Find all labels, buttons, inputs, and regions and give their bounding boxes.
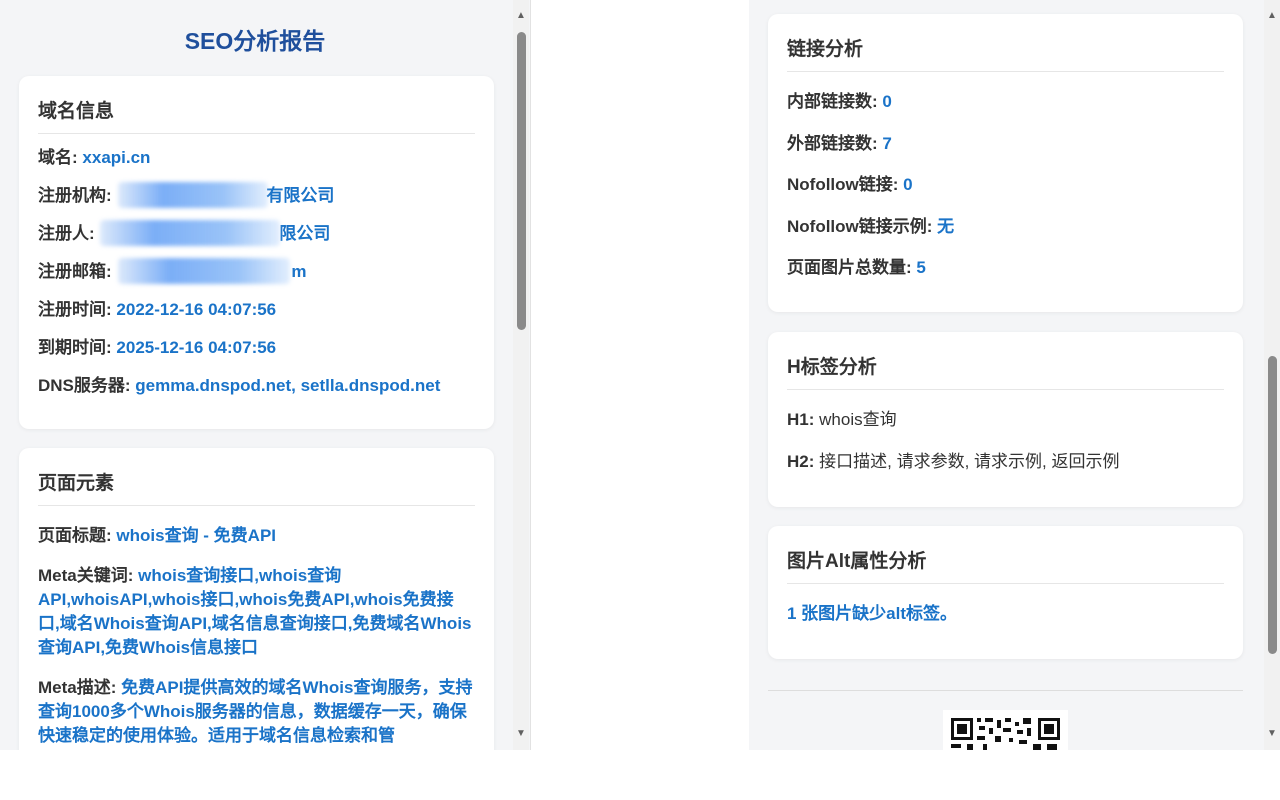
- scroll-down-arrow[interactable]: ▼: [515, 728, 527, 739]
- alt-message: 1 张图片缺少alt标签。: [787, 604, 958, 623]
- reg-time-value: 2022-12-16 04:07:56: [116, 300, 277, 319]
- scroll-up-arrow[interactable]: ▲: [515, 10, 527, 21]
- nofollow-links-row: Nofollow链接: 0: [787, 173, 1224, 197]
- nofollow-example-row: Nofollow链接示例: 无: [787, 215, 1224, 239]
- external-links-value: 7: [882, 134, 892, 153]
- h2-label: H2:: [787, 452, 815, 471]
- email-redaction: [118, 258, 290, 284]
- domain-info-heading: 域名信息: [38, 76, 475, 134]
- scroll-down-arrow[interactable]: ▼: [1266, 728, 1278, 739]
- external-links-row: 外部链接数: 7: [787, 132, 1224, 156]
- internal-links-label: 内部链接数:: [787, 92, 878, 111]
- meta-keywords-row: Meta关键词: whois查询接口,whois查询API,whoisAPI,w…: [38, 564, 475, 660]
- exp-time-value: 2025-12-16 04:07:56: [116, 338, 277, 357]
- internal-links-row: 内部链接数: 0: [787, 90, 1224, 114]
- registrant-label: 注册人:: [38, 224, 95, 243]
- image-count-label: 页面图片总数量:: [787, 258, 912, 277]
- left-scrollbar[interactable]: ▲ ▼: [513, 0, 529, 750]
- internal-links-value: 0: [882, 92, 892, 111]
- footer-divider: [768, 690, 1243, 691]
- reg-time-label: 注册时间:: [38, 300, 112, 319]
- meta-desc-row: Meta描述: 免费API提供高效的域名Whois查询服务，支持查询1000多个…: [38, 676, 475, 748]
- email-value: m: [291, 262, 307, 281]
- registrant-value: 限公司: [279, 224, 331, 243]
- exp-time-row: 到期时间: 2025-12-16 04:07:56: [38, 336, 276, 360]
- meta-desc-label: Meta描述:: [38, 678, 117, 697]
- h1-row: H1: whois查询: [787, 408, 1224, 432]
- external-links-label: 外部链接数:: [787, 134, 878, 153]
- alt-analysis-heading: 图片Alt属性分析: [787, 526, 1224, 584]
- report-title: SEO分析报告: [184, 28, 326, 54]
- domain-row: 域名: xxapi.cn: [38, 146, 150, 170]
- qr-code-graphic: [943, 710, 1068, 750]
- nofollow-links-label: Nofollow链接:: [787, 175, 899, 194]
- h2-row: H2: 接口描述, 请求参数, 请求示例, 返回示例: [787, 450, 1224, 474]
- left-report-panel: SEO分析报告 域名信息 域名: xxapi.cn 注册机构: 有限公司 注册人…: [0, 0, 531, 750]
- h-tag-analysis-card: H标签分析 H1: whois查询 H2: 接口描述, 请求参数, 请求示例, …: [768, 332, 1243, 507]
- right-report-panel: 链接分析 内部链接数: 0 外部链接数: 7 Nofollow链接: 0 Nof…: [749, 0, 1280, 750]
- scroll-up-arrow[interactable]: ▲: [1266, 10, 1278, 21]
- dns-row: DNS服务器: gemma.dnspod.net, setlla.dnspod.…: [38, 374, 440, 398]
- right-scrollbar[interactable]: ▲ ▼: [1264, 0, 1280, 750]
- h1-label: H1:: [787, 410, 815, 429]
- domain-label: 域名:: [38, 148, 78, 167]
- h1-value: whois查询: [819, 410, 897, 429]
- nofollow-example-value: 无: [937, 217, 955, 236]
- exp-time-label: 到期时间:: [38, 338, 112, 357]
- dns-value: gemma.dnspod.net, setlla.dnspod.net: [135, 376, 441, 395]
- nofollow-example-label: Nofollow链接示例:: [787, 217, 933, 236]
- page-elements-card: 页面元素 页面标题: whois查询 - 免费API Meta关键词: whoi…: [19, 448, 494, 750]
- image-count-row: 页面图片总数量: 5: [787, 256, 1224, 280]
- scroll-thumb[interactable]: [517, 32, 526, 330]
- meta-keywords-label: Meta关键词:: [38, 566, 134, 585]
- alt-analysis-card: 图片Alt属性分析 1 张图片缺少alt标签。: [768, 526, 1243, 659]
- registrant-redaction: [100, 220, 280, 246]
- h-tag-heading: H标签分析: [787, 332, 1224, 390]
- registrar-redaction: [118, 182, 268, 208]
- nofollow-links-value: 0: [903, 175, 913, 194]
- alt-message-row: 1 张图片缺少alt标签。: [787, 602, 1224, 626]
- link-analysis-card: 链接分析 内部链接数: 0 外部链接数: 7 Nofollow链接: 0 Nof…: [768, 14, 1243, 312]
- link-analysis-heading: 链接分析: [787, 14, 1224, 72]
- domain-value: xxapi.cn: [82, 148, 151, 167]
- qr-code-image: [943, 710, 1068, 750]
- dns-label: DNS服务器:: [38, 376, 131, 395]
- page-title-label: 页面标题:: [38, 526, 112, 545]
- h2-value: 接口描述, 请求参数, 请求示例, 返回示例: [819, 452, 1120, 471]
- page-title-row: 页面标题: whois查询 - 免费API: [38, 524, 475, 548]
- scroll-thumb[interactable]: [1268, 356, 1277, 654]
- page-title-value: whois查询 - 免费API: [116, 526, 277, 545]
- registrar-label: 注册机构:: [38, 186, 112, 205]
- email-label: 注册邮箱:: [38, 262, 112, 281]
- reg-time-row: 注册时间: 2022-12-16 04:07:56: [38, 298, 276, 322]
- image-count-value: 5: [916, 258, 926, 277]
- page-elements-heading: 页面元素: [38, 448, 475, 506]
- registrar-value: 有限公司: [266, 186, 335, 205]
